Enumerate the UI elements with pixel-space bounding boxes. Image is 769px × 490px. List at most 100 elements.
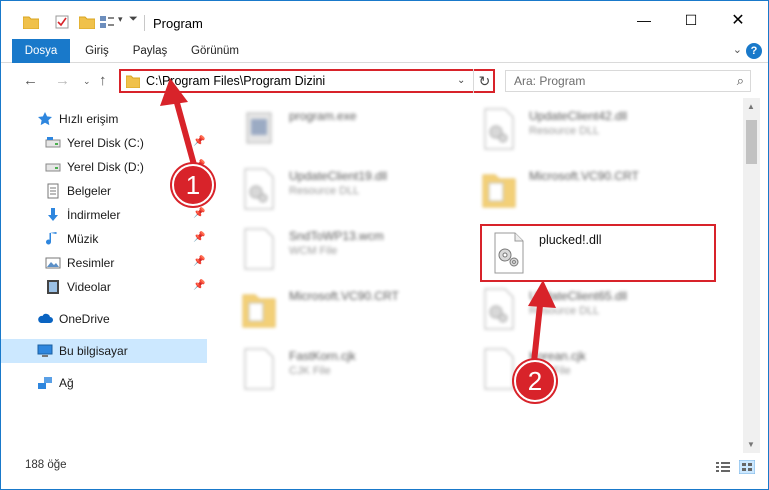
step-badge-1: 1 [172,164,214,206]
search-placeholder: Ara: Program [514,74,586,88]
highlight-box-dll [480,224,716,282]
expand-ribbon-icon[interactable]: ⌄ [733,43,742,56]
item-count: 188 öğe [25,459,67,471]
network-icon [38,377,52,389]
folder-file-icon [242,294,276,328]
file-type: Resource DLL [529,305,600,317]
pin-icon[interactable]: 📌 [193,232,205,243]
new-folder-icon[interactable] [79,15,95,29]
nav-item-label: İndirmeler [67,208,121,222]
minimize-button[interactable]: ― [621,1,667,39]
dll-file-icon [484,288,514,330]
file-item[interactable]: Microsoft.VC90.CRT [231,281,471,339]
nav-item-label: Belgeler [67,184,112,198]
folder-file-icon [482,174,516,208]
documents-icon [47,183,59,199]
star-icon [38,112,52,126]
details-view-icon[interactable] [715,460,731,474]
nav-item-onedrive[interactable]: OneDrive [1,307,207,331]
file-item[interactable]: UpdateClient19.dll Resource DLL [231,161,471,219]
up-arrow-icon[interactable]: ↑ [99,72,107,89]
file-name: Microsoft.VC90.CRT [529,169,639,183]
properties-icon[interactable] [55,15,69,29]
tab-home[interactable]: Giriş [77,39,117,63]
file-item[interactable]: program.exe [231,101,471,159]
file-name: program.exe [289,109,357,123]
help-icon[interactable]: ? [746,43,762,59]
file-type: WCM File [289,245,338,257]
back-arrow-icon[interactable]: ← [23,72,38,89]
file-item[interactable]: UpdateClient42.dll Resource DLL [471,101,711,159]
nav-item-label: Yerel Disk (C:) [67,136,144,150]
nav-item-network[interactable]: Ağ [1,371,207,395]
nav-item-label: Ağ [59,376,74,390]
nav-item-label: Müzik [67,232,99,246]
window-title: Program [153,16,203,31]
drive-icon [45,137,61,148]
vertical-scrollbar[interactable]: ▲ ▼ [743,98,760,453]
step-badge-2: 2 [514,360,556,402]
generic-file-icon [244,348,274,390]
file-item[interactable]: Korean.cjk CJK File [471,341,711,399]
nav-item-label: OneDrive [59,312,110,326]
file-name: SndToWP13.wcm [289,229,384,243]
title-separator [144,15,145,31]
address-path[interactable]: C:\Program Files\Program Dizini [146,74,325,88]
forward-arrow-icon[interactable]: → [55,72,70,89]
file-type: Resource DLL [289,185,360,197]
view-options-icon[interactable] [99,15,115,29]
scroll-thumb[interactable] [746,120,757,164]
pin-icon[interactable]: 📌 [193,256,205,267]
nav-item-videos[interactable]: Videolar 📌 [1,275,207,299]
file-type: CJK File [289,365,331,377]
folder-icon [23,16,39,29]
nav-item-local-disk-c[interactable]: Yerel Disk (C:) 📌 [1,131,207,155]
search-icon[interactable]: ⌕ [737,73,744,89]
tab-share[interactable]: Paylaş [127,39,173,63]
dll-file-icon [484,108,514,150]
tab-file[interactable]: Dosya [12,39,70,63]
address-dropdown-icon[interactable]: ⌄ [457,75,465,86]
cloud-icon [38,313,53,323]
refresh-icon[interactable]: ↻ [473,69,495,93]
file-item[interactable]: SndToWP13.wcm WCM File [231,221,471,279]
dll-file-icon [244,168,274,210]
quick-access-dropdown-icon[interactable]: ▾ [118,14,123,25]
address-bar[interactable]: C:\Program Files\Program Dizini ⌄ ↻ [119,69,495,93]
customize-toolbar-icon[interactable]: ⏷ [129,13,138,26]
navigation-pane: Hızlı erişim Yerel Disk (C:) 📌 Yerel Dis… [1,101,209,453]
nav-item-pictures[interactable]: Resimler 📌 [1,251,207,275]
nav-item-downloads[interactable]: İndirmeler 📌 [1,203,207,227]
nav-item-this-pc[interactable]: Bu bilgisayar [1,339,207,363]
pictures-icon [45,257,61,269]
video-icon [47,280,59,294]
file-type: Resource DLL [529,125,600,137]
file-item[interactable]: Microsoft.VC90.CRT [471,161,711,219]
nav-item-label: Yerel Disk (D:) [67,160,144,174]
generic-file-icon [484,348,514,390]
large-icons-view-icon[interactable] [739,460,755,474]
nav-item-quick-access[interactable]: Hızlı erişim [1,107,207,131]
pin-icon[interactable]: 📌 [193,280,205,291]
nav-item-label: Hızlı erişim [59,112,119,126]
maximize-button[interactable]: ☐ [668,1,714,39]
music-icon [46,232,57,245]
file-item[interactable]: UpdateClient65.dll Resource DLL [471,281,711,339]
scroll-down-icon[interactable]: ▼ [747,440,755,449]
file-item[interactable]: FastKorn.cjk CJK File [231,341,471,399]
nav-item-label: Videolar [67,280,111,294]
computer-icon [37,344,53,357]
download-icon [48,208,58,221]
close-button[interactable]: ✕ [715,1,761,39]
file-name: UpdateClient42.dll [529,109,628,123]
nav-item-music[interactable]: Müzik 📌 [1,227,207,251]
status-bar: 188 öğe [1,453,768,489]
tab-view[interactable]: Görünüm [184,39,246,63]
recent-locations-icon[interactable]: ⌄ [83,76,91,87]
navigation-bar: ← → ⌄ ↑ C:\Program Files\Program Dizini … [1,64,768,98]
scroll-up-icon[interactable]: ▲ [747,102,755,111]
search-box[interactable]: Ara: Program ⌕ [505,70,751,92]
pin-icon[interactable]: 📌 [193,136,205,147]
ribbon-tabs: Dosya Giriş Paylaş Görünüm ⌄ ? [1,39,768,63]
pin-icon[interactable]: 📌 [193,208,205,219]
